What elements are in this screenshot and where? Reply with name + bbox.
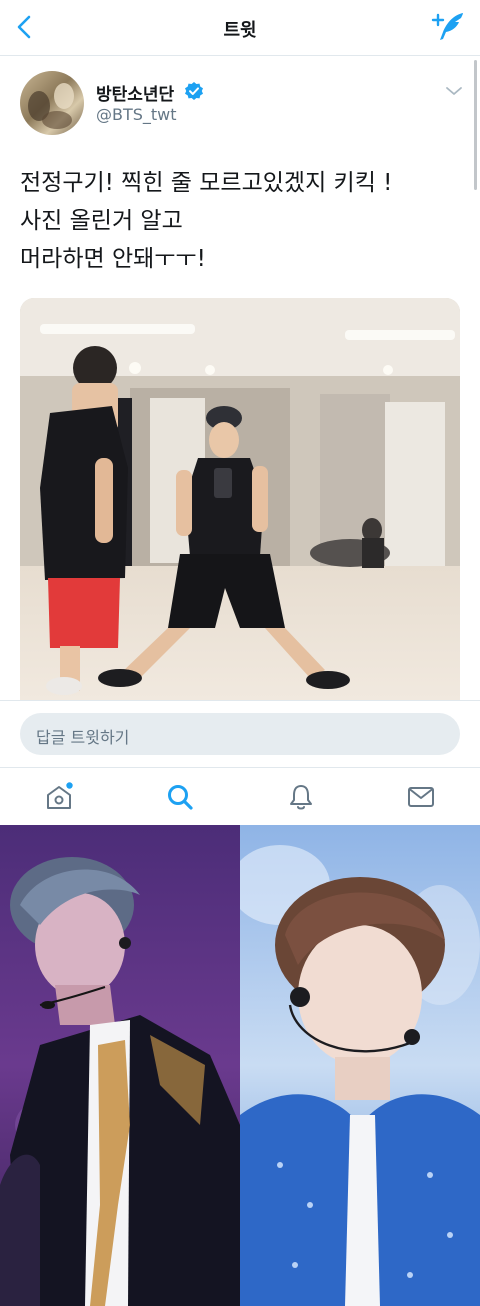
bell-icon[interactable] xyxy=(286,782,316,812)
tweet-text: 전정구기! 찍힌 줄 모르고있겠지 키킥 ! 사진 올린거 알고 머라하면 안돼… xyxy=(20,164,465,278)
tweet-text-line: 사진 올린거 알고 xyxy=(20,208,183,234)
user-handle[interactable]: @BTS_twt xyxy=(96,105,177,124)
mail-icon[interactable] xyxy=(406,782,436,812)
bottom-photo-right xyxy=(240,825,480,1306)
compose-tweet-icon[interactable] xyxy=(430,10,466,44)
top-bar: 트윗 xyxy=(0,0,480,56)
search-icon[interactable] xyxy=(165,782,195,812)
display-name[interactable]: 방탄소년단 xyxy=(96,80,174,105)
home-icon[interactable] xyxy=(44,782,74,812)
tweet-photo[interactable] xyxy=(20,298,460,700)
tweet-text-line: 전정구기! 찍힌 줄 모르고있겠지 키킥 ! xyxy=(20,170,393,196)
scroll-indicator[interactable] xyxy=(474,60,477,190)
page-title: 트윗 xyxy=(223,20,257,41)
verified-badge-icon xyxy=(185,82,203,100)
avatar[interactable] xyxy=(20,71,84,135)
tweet-text-line: 머라하면 안돼ㅜㅜ! xyxy=(20,246,206,272)
reply-placeholder: 답글 트윗하기 xyxy=(36,728,130,747)
bottom-photo-left xyxy=(0,825,240,1306)
chevron-down-icon[interactable] xyxy=(444,84,464,98)
